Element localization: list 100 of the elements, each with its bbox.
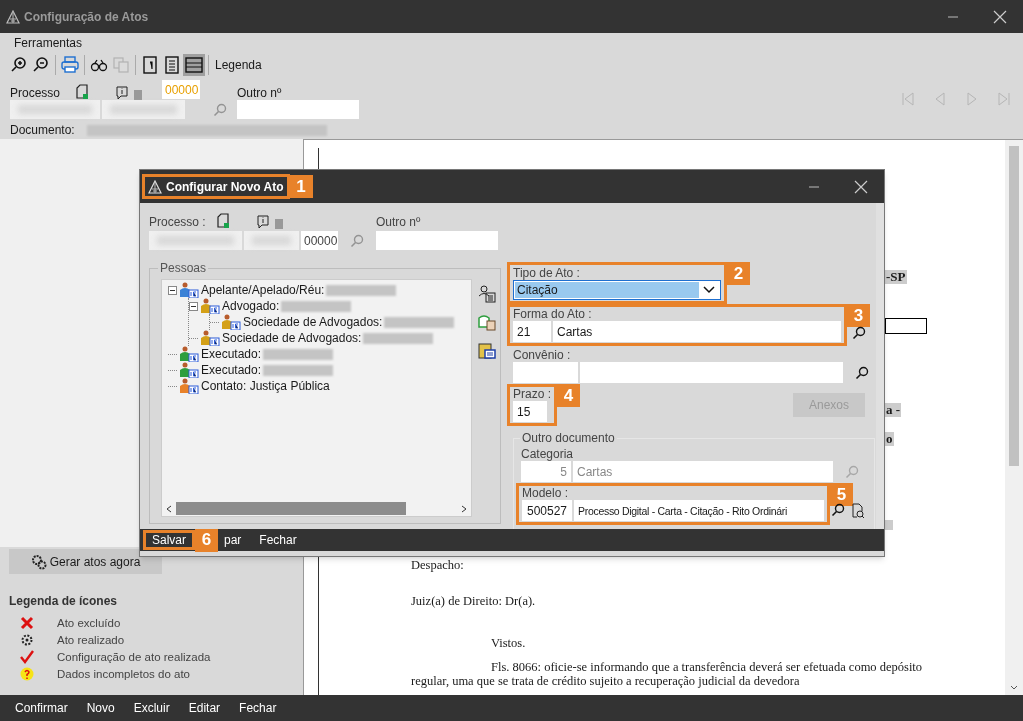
legend-label: Configuração de ato realizada [57, 649, 211, 664]
input-field[interactable]: Cartas [553, 321, 841, 342]
callout-number: 2 [727, 262, 750, 285]
scrollbar[interactable] [1005, 140, 1023, 695]
collapse-toggle[interactable] [189, 301, 198, 311]
person-icon [200, 330, 220, 346]
person-icon [200, 298, 220, 314]
person-icon [179, 378, 199, 394]
input-field[interactable]: 15 [513, 401, 547, 422]
person-clipboard-icon[interactable] [478, 285, 496, 303]
window-title: Configuração de Atos [24, 9, 149, 24]
callout-number: 3 [847, 304, 870, 327]
layout-button[interactable] [183, 53, 205, 76]
search-icon[interactable] [855, 365, 869, 380]
checkmark-icon [20, 649, 34, 664]
search-icon[interactable] [851, 326, 866, 340]
chevron-down-icon [703, 286, 715, 294]
scroll-down-icon[interactable] [1010, 685, 1018, 691]
input-field[interactable] [376, 231, 498, 250]
input-field[interactable]: 500527 [522, 500, 572, 521]
scroll-right-icon[interactable] [461, 504, 467, 513]
tree-item[interactable]: Executado: [201, 363, 262, 377]
callout-number: 6 [195, 528, 218, 552]
person-icon [179, 362, 199, 378]
input-field[interactable]: 21 [513, 321, 551, 342]
tree-item[interactable]: Contato: Justiça Pública [201, 379, 330, 393]
tree-item[interactable]: Apelante/Apelado/Réu: [201, 283, 325, 297]
field-label: Convênio : [513, 348, 572, 362]
blurred-text [326, 284, 397, 296]
dialog-title: Configurar Novo Ato [166, 179, 284, 194]
group-title: Pessoas [158, 261, 209, 275]
group-title: Outro documento [520, 431, 617, 445]
gears-icon [30, 553, 47, 570]
question-icon [20, 666, 34, 681]
dropdown[interactable]: Citação [513, 280, 721, 300]
input-field[interactable] [513, 362, 578, 383]
person-clipboard-icon[interactable] [478, 313, 496, 331]
field-label: Processo [10, 86, 62, 100]
document-search-icon[interactable] [851, 503, 865, 519]
field-label: Processo : [149, 215, 207, 229]
menu-item[interactable]: Ferramentas [14, 36, 83, 50]
document-text: -SP [885, 270, 907, 284]
scroll-left-icon[interactable] [166, 504, 172, 513]
field-label: Documento: [10, 123, 75, 137]
field-label: Categoria [520, 447, 575, 461]
document-icon[interactable] [217, 213, 231, 229]
status-square [134, 90, 142, 100]
printer-button[interactable] [59, 53, 81, 76]
action-button[interactable]: Novo [86, 701, 115, 715]
info-icon[interactable] [257, 215, 269, 229]
gear-icon [20, 632, 34, 647]
highlight-mark [885, 520, 893, 530]
tree-item[interactable]: Sociedade de Advogados: [222, 331, 362, 345]
legend-label: Ato excluído [57, 615, 121, 630]
document-text: Juiz(a) de Direito: Dr(a). [411, 594, 536, 608]
person-icon [179, 346, 199, 362]
blurred-text [263, 364, 334, 376]
search-icon[interactable] [831, 503, 845, 517]
number-field[interactable]: 00000 [301, 231, 338, 250]
callout-number: 5 [830, 483, 853, 506]
footer-button[interactable]: par [218, 530, 248, 550]
footer-button[interactable]: Salvar [143, 530, 195, 550]
blurred-field [244, 231, 299, 250]
person-icon [221, 314, 241, 330]
legend-link[interactable]: Legenda [215, 57, 262, 72]
tree-item[interactable]: Executado: [201, 347, 262, 361]
generate-button[interactable]: Gerar atos agora [9, 549, 162, 574]
tree-item[interactable]: Advogado: [222, 299, 280, 313]
field-label: Prazo : [513, 387, 551, 401]
input-field[interactable] [237, 100, 359, 119]
legend-label: Ato realizado [57, 632, 125, 647]
document-text: o [885, 432, 894, 446]
input-field[interactable] [580, 362, 843, 383]
status-square [275, 219, 283, 229]
tree-item[interactable]: Sociedade de Advogados: [243, 315, 383, 329]
document-icon[interactable] [76, 84, 90, 100]
info-icon[interactable] [116, 86, 128, 100]
text-box [885, 318, 927, 334]
input-field[interactable]: Processo Digital - Carta - Citação - Rito Ordinári [574, 500, 824, 521]
app-logo-icon [6, 9, 20, 24]
document-text: Vistos. [491, 636, 526, 650]
action-button[interactable]: Excluir [133, 701, 170, 715]
action-button[interactable]: Fechar [239, 701, 277, 715]
input-field[interactable]: 5 [521, 461, 571, 482]
blurred-text [263, 348, 334, 360]
input-field[interactable]: Cartas [573, 461, 833, 482]
field-label: Modelo : [522, 486, 570, 500]
delete-x-icon [20, 615, 34, 630]
action-button[interactable]: Editar [188, 701, 221, 715]
field-label: Tipo de Ato : [513, 266, 581, 280]
action-button[interactable]: Confirmar [15, 701, 68, 715]
collapse-toggle[interactable] [168, 285, 177, 295]
close-icon[interactable] [854, 179, 868, 194]
close-icon[interactable] [993, 9, 1007, 24]
blurred-text [363, 332, 434, 344]
footer-button[interactable]: Fechar [253, 530, 303, 550]
field-label: Forma do Ato : [513, 307, 593, 321]
callout-number: 4 [557, 384, 580, 407]
document-text: regular, uma que se trata de crédito sujeito a recuperação judicial da devedora [411, 674, 800, 688]
clipboard-icon[interactable] [478, 341, 496, 359]
